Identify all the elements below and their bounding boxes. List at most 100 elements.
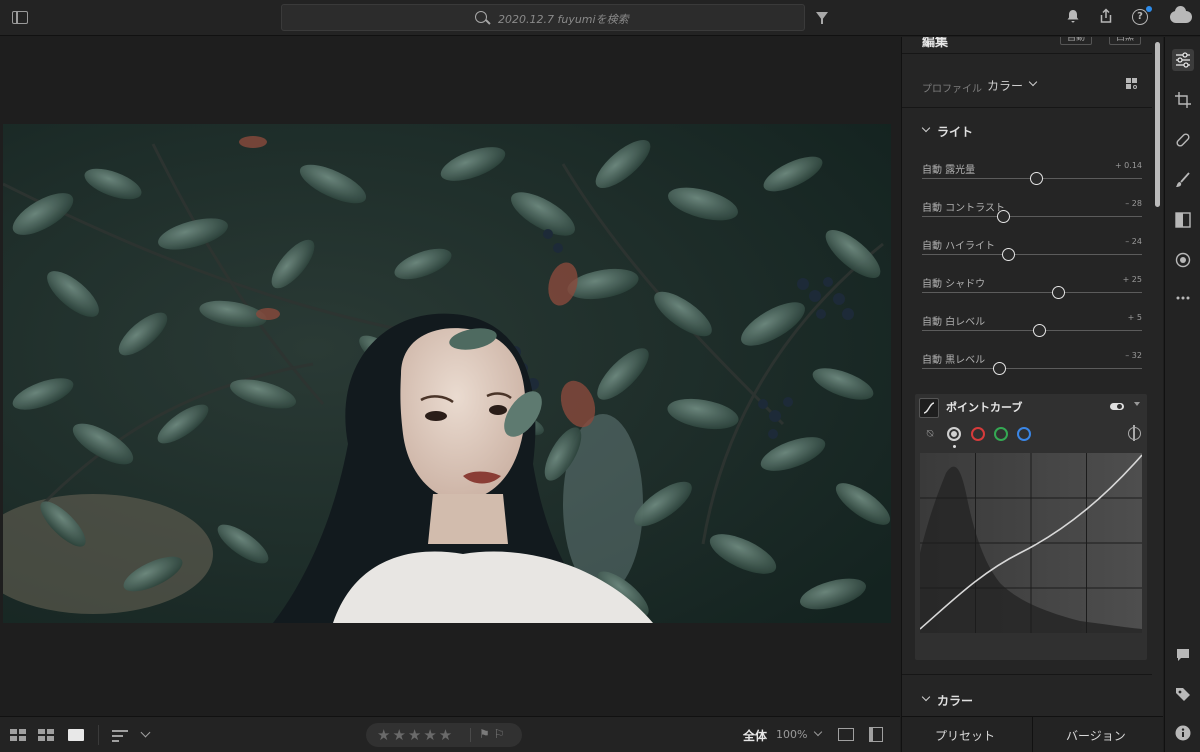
search-input[interactable]: 2020.12.7 fuyumiを検索 — [498, 11, 629, 27]
notification-dot — [1146, 6, 1152, 12]
star-rating[interactable]: ★★★★★ — [377, 726, 454, 744]
divider — [902, 674, 1152, 675]
divider — [1032, 717, 1033, 752]
target-adjust-icon[interactable] — [1128, 425, 1141, 441]
share-icon[interactable] — [1097, 8, 1115, 26]
filter-icon[interactable] — [816, 12, 828, 24]
slider-value[interactable]: + 0.14 — [1115, 161, 1142, 170]
red-channel-button[interactable] — [971, 427, 985, 441]
curve-title: ポイントカーブ — [946, 401, 1023, 414]
slider-thumb[interactable] — [1032, 324, 1046, 337]
green-channel-button[interactable] — [994, 427, 1008, 441]
slider-row: 自動 コントラスト – 28 — [922, 199, 1142, 229]
slider-value[interactable]: – 32 — [1125, 351, 1142, 360]
slider-row: 自動 黒レベル – 32 — [922, 351, 1142, 381]
photo-canvas-area — [0, 37, 900, 715]
lightroom-window: 2020.12.7 fuyumiを検索 ? ★★★★★ ⚑ ⚐ 全体 100% … — [0, 0, 1200, 752]
slider-label: 自動 黒レベル — [922, 355, 986, 366]
crop-icon[interactable] — [1172, 89, 1194, 111]
slider-row: 自動 シャドウ + 25 — [922, 275, 1142, 305]
panel-footer: プリセット バージョン — [901, 716, 1163, 752]
flag-icons[interactable]: ⚑ ⚐ — [479, 727, 504, 741]
edit-sliders-icon[interactable] — [1172, 49, 1194, 71]
photo-preview[interactable] — [3, 124, 891, 623]
light-section-header[interactable]: ライト — [937, 123, 973, 140]
slider-thumb[interactable] — [1052, 286, 1066, 299]
bell-icon[interactable] — [1064, 8, 1082, 26]
slider-track[interactable] — [922, 292, 1142, 293]
comment-icon[interactable] — [1172, 644, 1194, 666]
chevron-down-icon[interactable] — [921, 692, 931, 702]
profile-label: プロファイル — [922, 84, 982, 95]
tag-icon[interactable] — [1172, 683, 1194, 705]
more-icon[interactable] — [1172, 287, 1194, 309]
slider-thumb[interactable] — [993, 362, 1006, 375]
help-icon[interactable]: ? — [1132, 9, 1148, 25]
sidebar-toggle-icon[interactable] — [12, 11, 28, 24]
presets-button[interactable]: プリセット — [935, 727, 995, 744]
slider-row: 自動 白レベル + 5 — [922, 313, 1142, 343]
panel-title: 編集 — [922, 37, 949, 50]
slider-label: 自動 白レベル — [922, 317, 986, 328]
slider-thumb[interactable] — [997, 210, 1011, 223]
cloud-icon[interactable] — [1170, 6, 1192, 23]
divider — [98, 725, 99, 745]
profile-dropdown[interactable]: カラー — [987, 77, 1023, 94]
slider-track[interactable] — [922, 368, 1142, 369]
profile-browser-icon[interactable] — [1126, 78, 1138, 90]
versions-button[interactable]: バージョン — [1066, 727, 1126, 744]
panel-scrollbar[interactable] — [1155, 42, 1160, 207]
slider-thumb[interactable] — [1030, 172, 1044, 185]
curve-visibility-toggle[interactable] — [1110, 403, 1124, 410]
healing-icon[interactable] — [1172, 129, 1194, 151]
search-field[interactable]: 2020.12.7 fuyumiを検索 — [281, 4, 805, 31]
rgb-channel-button[interactable] — [947, 427, 961, 441]
divider — [902, 107, 1152, 108]
curve-icon[interactable] — [919, 398, 939, 418]
zoom-fit-button[interactable]: 全体 — [743, 727, 767, 744]
slider-track[interactable] — [922, 216, 1142, 217]
chevron-down-icon[interactable] — [1134, 402, 1140, 406]
slider-label: 自動 コントラスト — [922, 203, 1005, 214]
slider-value[interactable]: – 28 — [1125, 199, 1142, 208]
search-icon — [475, 11, 487, 23]
black-white-button[interactable]: 白黒 — [1109, 37, 1142, 45]
radial-gradient-icon[interactable] — [1172, 249, 1194, 271]
divider — [470, 728, 471, 742]
slider-thumb[interactable] — [1001, 248, 1015, 261]
point-curve-panel: ポイントカーブ ⍉ — [915, 394, 1147, 660]
slider-label: 自動 ハイライト — [922, 241, 995, 252]
selected-indicator — [953, 445, 956, 448]
slider-label: 自動 露光量 — [922, 165, 976, 176]
rating-flag-control: ★★★★★ ⚑ ⚐ — [366, 723, 522, 747]
tool-strip — [1164, 37, 1200, 752]
square-grid-view-icon[interactable] — [10, 729, 26, 741]
slider-track[interactable] — [922, 254, 1142, 255]
slider-value[interactable]: + 25 — [1123, 275, 1142, 284]
sort-icon[interactable] — [112, 730, 128, 742]
divider — [902, 53, 1152, 54]
brush-icon[interactable] — [1172, 169, 1194, 191]
chevron-down-icon[interactable] — [140, 727, 151, 738]
before-after-icon[interactable] — [838, 728, 854, 741]
zoom-level-button[interactable]: 100% — [776, 728, 807, 741]
chevron-down-icon[interactable] — [813, 727, 823, 737]
blue-channel-button[interactable] — [1017, 427, 1031, 441]
chevron-down-icon[interactable] — [1028, 77, 1038, 87]
tone-curve-graph[interactable] — [919, 453, 1143, 633]
linear-gradient-icon[interactable] — [1172, 209, 1194, 231]
info-icon[interactable] — [1172, 722, 1194, 744]
split-view-icon[interactable] — [869, 727, 883, 742]
slider-value[interactable]: + 5 — [1128, 313, 1142, 322]
slider-row: 自動 ハイライト – 24 — [922, 237, 1142, 267]
chevron-down-icon[interactable] — [921, 123, 931, 133]
auto-button[interactable]: 自動 — [1060, 37, 1093, 45]
parametric-curve-icon[interactable]: ⍉ — [923, 427, 937, 441]
slider-label: 自動 シャドウ — [922, 279, 986, 290]
bottom-bar: ★★★★★ ⚑ ⚐ 全体 100% — [0, 716, 900, 752]
detail-view-icon[interactable] — [68, 729, 84, 741]
slider-row: 自動 露光量 + 0.14 — [922, 161, 1142, 191]
slider-value[interactable]: – 24 — [1125, 237, 1142, 246]
photo-grid-view-icon[interactable] — [38, 729, 54, 741]
color-section-header[interactable]: カラー — [937, 692, 973, 709]
